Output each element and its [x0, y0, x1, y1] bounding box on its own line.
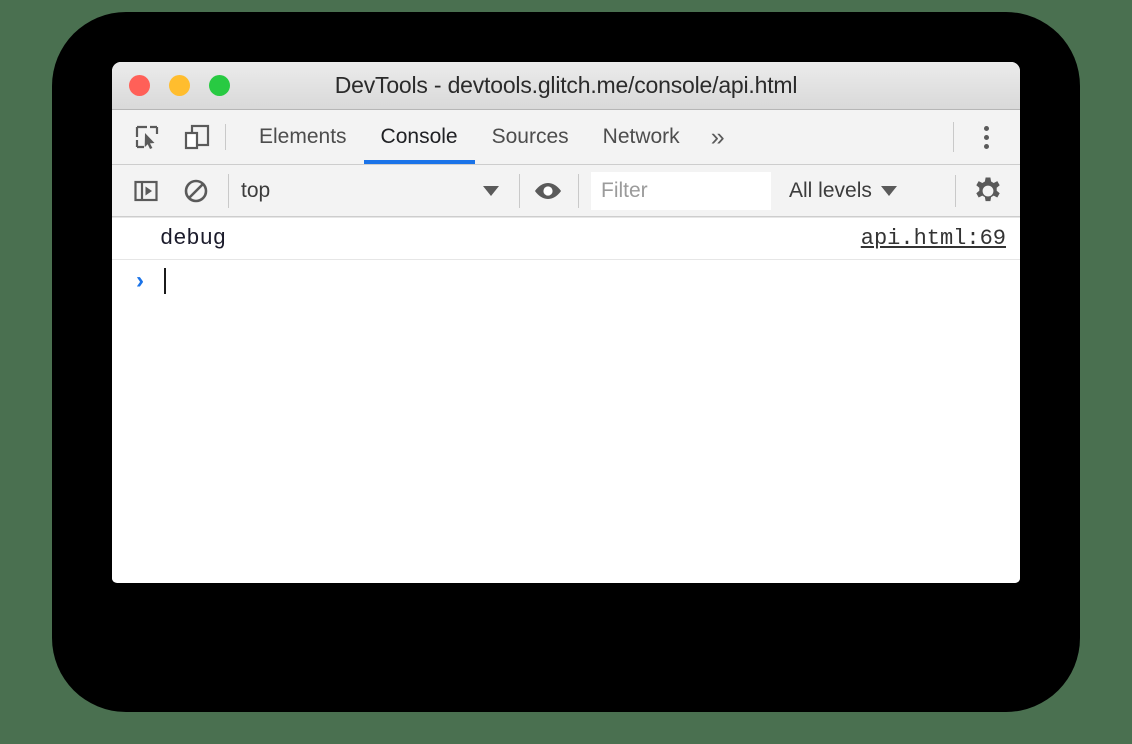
- tab-console[interactable]: Console: [363, 110, 475, 164]
- log-levels-dropdown[interactable]: All levels: [789, 179, 897, 203]
- settings-gear-icon[interactable]: [970, 173, 1006, 209]
- chevron-down-icon: [880, 185, 897, 196]
- console-toolbar-right: [955, 173, 1020, 209]
- zoom-button[interactable]: [209, 75, 230, 96]
- chevron-down-icon: [483, 185, 499, 196]
- tabstrip-divider: [225, 124, 226, 150]
- execution-context-dropdown[interactable]: top: [237, 173, 509, 209]
- minimize-button[interactable]: [169, 75, 190, 96]
- tab-elements-label: Elements: [259, 125, 347, 148]
- console-message-text: debug: [160, 226, 227, 251]
- devtools-tabs: Elements Console Sources Network »: [242, 110, 739, 164]
- tab-elements[interactable]: Elements: [242, 110, 364, 164]
- live-expression-eye-icon[interactable]: [530, 173, 566, 209]
- tab-console-label: Console: [380, 125, 458, 148]
- window-title: DevTools - devtools.glitch.me/console/ap…: [334, 72, 798, 98]
- console-toolbar-divider-1: [228, 173, 229, 208]
- console-toolbar: top All levels: [112, 165, 1020, 217]
- tab-network-label: Network: [602, 125, 680, 148]
- console-toolbar-divider-3: [578, 173, 579, 208]
- close-button[interactable]: [129, 75, 150, 96]
- window-titlebar: DevTools - devtools.glitch.me/console/ap…: [112, 62, 1020, 110]
- tab-network[interactable]: Network: [586, 110, 697, 164]
- tabstrip-right-divider: [953, 122, 954, 152]
- console-sidebar-icon[interactable]: [128, 173, 164, 209]
- tabstrip-right-group: [953, 110, 1020, 164]
- filter-input[interactable]: [591, 171, 771, 210]
- console-message-row[interactable]: debug api.html:69: [112, 217, 1020, 260]
- inspect-element-icon[interactable]: [129, 119, 165, 155]
- execution-context-label: top: [241, 178, 271, 202]
- console-message-list[interactable]: debug api.html:69 ›: [112, 217, 1020, 582]
- chevron-double-right-icon: »: [710, 122, 725, 151]
- devtools-tabstrip: Elements Console Sources Network »: [112, 110, 1020, 165]
- tab-sources-label: Sources: [491, 125, 569, 148]
- console-message-source-link[interactable]: api.html:69: [861, 226, 1006, 251]
- text-cursor: [164, 268, 166, 294]
- console-toolbar-divider-4: [955, 174, 956, 207]
- clear-console-icon[interactable]: [178, 173, 214, 209]
- tab-sources[interactable]: Sources: [475, 110, 586, 164]
- console-toolbar-divider-2: [519, 173, 520, 208]
- tabs-overflow-button[interactable]: »: [697, 110, 739, 164]
- prompt-chevron-icon: ›: [136, 267, 144, 294]
- device-toolbar-icon[interactable]: [179, 119, 215, 155]
- tabstrip-tool-icons: [112, 110, 215, 164]
- window-controls: [129, 75, 230, 96]
- log-levels-label: All levels: [789, 178, 872, 202]
- devtools-window: DevTools - devtools.glitch.me/console/ap…: [112, 62, 1020, 583]
- more-vertical-icon[interactable]: [966, 117, 1006, 157]
- console-prompt[interactable]: ›: [112, 260, 1020, 302]
